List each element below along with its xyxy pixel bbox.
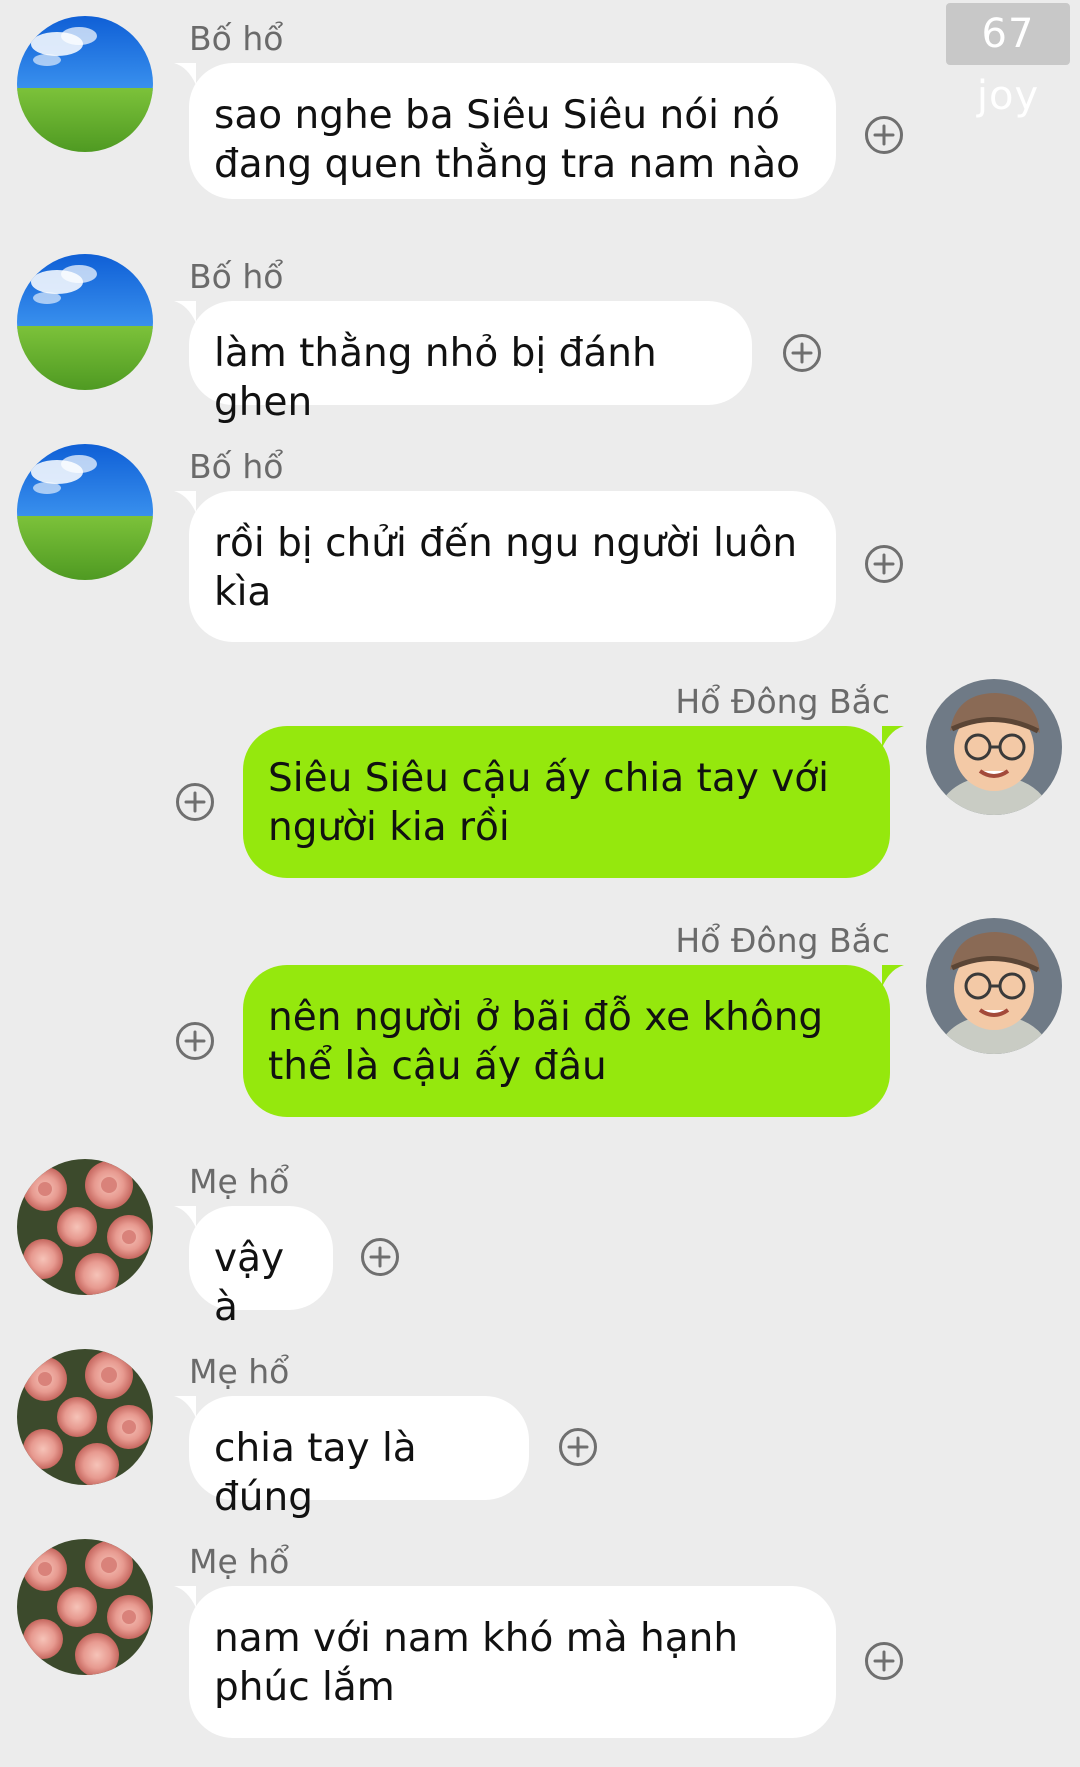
plus-circle-icon[interactable] [782, 333, 822, 373]
plus-circle-icon[interactable] [175, 782, 215, 822]
grass-sky-avatar[interactable] [17, 254, 153, 390]
message-bubble[interactable]: chia tay là đúng [189, 1396, 529, 1520]
message-bubble[interactable]: sao nghe ba Siêu Siêu nói nó đang quen t… [189, 63, 836, 199]
message-bubble[interactable]: Siêu Siêu cậu ấy chia tay với người kia … [243, 726, 890, 878]
bubble-tail [174, 491, 196, 513]
sender-name: Bố hổ [189, 257, 284, 296]
message-bubble[interactable]: làm thằng nhỏ bị đánh ghen [189, 301, 752, 425]
sender-name: Mẹ hổ [189, 1542, 290, 1581]
bubble-tail [174, 1586, 196, 1608]
message-bubble[interactable]: rồi bị chửi đến ngu người luôn kìa [189, 491, 836, 642]
bubble-tail [174, 301, 196, 323]
bubble-tail [882, 965, 904, 987]
bubble-tail [174, 1396, 196, 1418]
roses-avatar[interactable] [17, 1159, 153, 1295]
boy-with-cap-avatar[interactable] [926, 918, 1062, 1054]
sender-name: Bố hổ [189, 447, 284, 486]
message-bubble[interactable]: vậy à [189, 1206, 333, 1330]
plus-circle-icon[interactable] [360, 1237, 400, 1277]
bubble-tail [174, 1206, 196, 1228]
message-bubble[interactable]: nam với nam khó mà hạnh phúc lắm [189, 1586, 836, 1738]
message-bubble[interactable]: nên người ở bãi đỗ xe không thể là cậu ấ… [243, 965, 890, 1117]
sender-name: Mẹ hổ [189, 1162, 290, 1201]
plus-circle-icon[interactable] [864, 115, 904, 155]
plus-circle-icon[interactable] [175, 1021, 215, 1061]
plus-circle-icon[interactable] [864, 1641, 904, 1681]
grass-sky-avatar[interactable] [17, 444, 153, 580]
plus-circle-icon[interactable] [864, 544, 904, 584]
grass-sky-avatar[interactable] [17, 16, 153, 152]
sender-name: Hổ Đông Bắc [675, 921, 890, 960]
boy-with-cap-avatar[interactable] [926, 679, 1062, 815]
sender-name: Bố hổ [189, 19, 284, 58]
roses-avatar[interactable] [17, 1539, 153, 1675]
bubble-tail [882, 726, 904, 748]
sender-name: Mẹ hổ [189, 1352, 290, 1391]
sender-name: Hổ Đông Bắc [675, 682, 890, 721]
roses-avatar[interactable] [17, 1349, 153, 1485]
plus-circle-icon[interactable] [558, 1427, 598, 1467]
bubble-tail [174, 63, 196, 85]
watermark: 67 joy [946, 3, 1070, 119]
